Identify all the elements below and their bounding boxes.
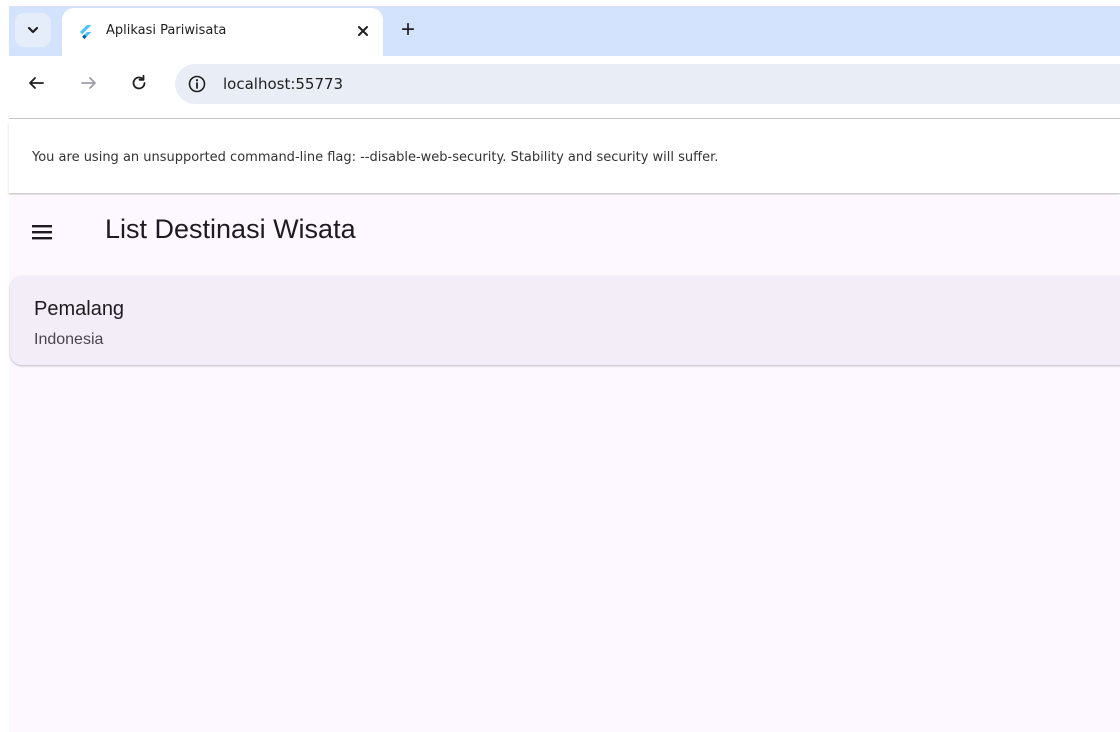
arrow-right-icon [81,77,96,89]
tab-title: Aplikasi Pariwisata [106,23,227,38]
infobar-message: You are using an unsupported command-lin… [32,150,719,165]
new-tab-button[interactable]: + [393,15,423,45]
menu-icon [32,225,52,240]
flutter-app: List Destinasi Wisata Pemalang Indonesia [9,195,1120,732]
destination-name: Pemalang [34,298,125,320]
destination-card[interactable]: Pemalang Indonesia [10,276,1120,365]
reload-button[interactable] [122,66,156,100]
browser-toolbar: localhost:55773 [0,56,1120,120]
arrow-left-icon [29,77,44,89]
plus-icon: + [400,16,415,43]
address-bar[interactable]: localhost:55773 [175,64,1120,104]
chevron-down-icon [27,26,39,34]
back-button[interactable] [19,66,53,100]
address-text: localhost:55773 [223,75,344,93]
tab-search-button[interactable] [15,13,51,47]
browser-chrome: Aplikasi Pariwisata + localhost:55773 [0,6,1120,120]
forward-button[interactable] [72,66,106,100]
reload-icon [132,74,146,90]
tab-active[interactable]: Aplikasi Pariwisata [62,8,383,56]
app-bar: List Destinasi Wisata [9,195,1120,271]
warning-infobar: You are using an unsupported command-lin… [9,121,1120,194]
toolbar-divider [9,118,1120,119]
flutter-logo-icon [80,25,92,39]
close-icon [358,26,368,36]
tab-strip: Aplikasi Pariwisata + [9,6,1120,56]
destination-country: Indonesia [34,331,104,348]
info-icon[interactable] [187,74,207,94]
page-title: List Destinasi Wisata [105,214,356,244]
tab-close-button[interactable] [352,20,374,42]
menu-button[interactable] [27,217,57,247]
